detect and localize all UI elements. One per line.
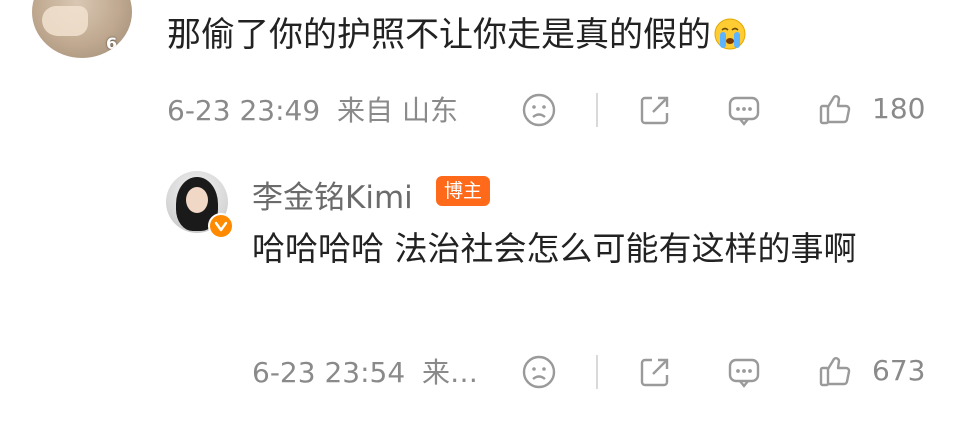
reply-meta: 6-23 23:54 来… — [252, 356, 478, 390]
reply-thumbs-up-icon — [818, 354, 852, 388]
commenter-avatar[interactable]: 6 — [32, 0, 132, 58]
comment-body: 那偷了你的护照不让你走是真的假的 — [167, 15, 711, 55]
avatar-level-badge: 6 — [106, 34, 118, 53]
reply-action-divider — [596, 355, 598, 389]
comment-time: 6-23 23:49 — [167, 94, 321, 127]
like-button[interactable]: 180 — [818, 92, 925, 126]
verified-badge-icon — [208, 213, 234, 239]
reply-share-icon[interactable] — [638, 355, 672, 389]
comment-icon[interactable] — [727, 93, 761, 127]
action-divider — [596, 93, 598, 127]
reply-author[interactable]: 李金铭Kimi — [252, 172, 413, 217]
comment-text: 那偷了你的护照不让你走是真的假的 — [167, 15, 747, 55]
reply-comment-icon[interactable] — [727, 355, 761, 389]
blogger-badge: 博主 — [436, 176, 490, 206]
reply-location: 来… — [422, 356, 479, 389]
share-icon[interactable] — [638, 93, 672, 127]
crying-emoji-icon — [713, 17, 747, 51]
reply-text: 哈哈哈哈 法治社会怎么可能有这样的事啊 — [252, 229, 857, 268]
like-count: 180 — [872, 92, 926, 125]
reply-like-button[interactable]: 673 — [818, 354, 925, 388]
reply-dislike-face-icon[interactable] — [522, 355, 556, 389]
dislike-face-icon[interactable] — [522, 93, 556, 127]
reply-time: 6-23 23:54 — [252, 356, 406, 389]
thumbs-up-icon — [818, 92, 852, 126]
reply-like-count: 673 — [872, 354, 926, 387]
comment-meta: 6-23 23:49 来自 山东 — [167, 94, 458, 128]
comment-location: 来自 山东 — [337, 94, 458, 127]
avatar-hand-image — [42, 6, 88, 36]
avatar-face — [186, 187, 208, 213]
